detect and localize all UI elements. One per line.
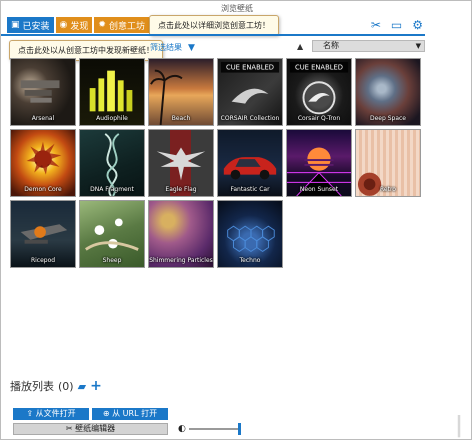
wallpaper-tile[interactable]: Retro — [355, 129, 421, 197]
slider-handle[interactable] — [238, 423, 241, 435]
tools-icon[interactable]: ✂ — [371, 19, 381, 31]
wallpaper-name: Retro — [380, 186, 396, 193]
wallpaper-tile[interactable]: DNA Fragment — [79, 129, 145, 197]
save-icon: ▣ — [11, 20, 20, 30]
toolbar-icons: ✂ ▭ ⚙ — [371, 19, 423, 31]
wallpaper-editor-label: 壁纸编辑器 — [75, 424, 116, 433]
playlist-header: 播放列表 (0) ▰ + — [10, 378, 102, 394]
cue-badge: CUE ENABLED — [295, 64, 343, 72]
tab-installed[interactable]: ▣ 已安装 — [7, 17, 54, 33]
workshop-tooltip: 点击此处以详细浏览创意工坊！ — [149, 15, 279, 36]
wallpaper-editor-button[interactable]: ✂ 壁纸编辑器 — [13, 423, 168, 435]
wallpaper-name: Techno — [239, 257, 261, 264]
wallpaper-tile[interactable]: Deep Space — [355, 58, 421, 126]
tab-workshop-label: 创意工坊 — [108, 21, 145, 32]
open-from-url-button[interactable]: ⊕ 从 URL 打开 — [92, 408, 168, 420]
cue-badge: CUE ENABLED — [226, 64, 274, 72]
wallpaper-name: Fantastic Car — [230, 186, 270, 193]
tab-discover[interactable]: ◉ 发现 — [55, 17, 93, 33]
gear-icon[interactable]: ⚙ — [412, 19, 423, 31]
wallpaper-tile[interactable]: Audiophile — [79, 58, 145, 126]
monitor-icon[interactable]: ▭ — [391, 19, 402, 31]
wallpaper-name: Corsair Q-Tron — [297, 115, 341, 122]
wallpaper-name: Deep Space — [369, 115, 406, 122]
upload-icon: ⇪ — [26, 409, 34, 418]
tab-underline — [1, 34, 425, 36]
wallpaper-tile[interactable]: Sheep — [79, 200, 145, 268]
folder-open-icon[interactable]: ▰ — [78, 380, 86, 393]
wallpaper-tile[interactable]: Demon Core — [10, 129, 76, 197]
wallpaper-tile[interactable]: Ricepod — [10, 200, 76, 268]
wallpaper-name: DNA Fragment — [90, 186, 134, 193]
funnel-icon[interactable]: ▼ — [188, 43, 195, 53]
wallpaper-grid: Arsenal Audiophile Beach CUE ENABLED COR… — [10, 58, 427, 268]
wallpaper-name: Eagle Flag — [165, 186, 197, 193]
wallpaper-name: Beach — [171, 115, 191, 122]
logo-mark: | — [454, 413, 463, 438]
wallpaper-name: Arsenal — [31, 115, 55, 122]
tab-bar: ▣ 已安装 ◉ 发现 ✹ 创意工坊 — [7, 17, 149, 33]
chevron-down-icon: ▼ — [415, 42, 421, 50]
wallpaper-tile[interactable]: Beach — [148, 58, 214, 126]
wallpaper-tile[interactable]: Techno — [217, 200, 283, 268]
wallpaper-tile[interactable]: Fantastic Car — [217, 129, 283, 197]
tab-workshop[interactable]: ✹ 创意工坊 — [94, 17, 149, 33]
sort-selected: 名称 — [323, 41, 339, 50]
wallpaper-name: Audiophile — [96, 115, 128, 122]
wallpaper-tile[interactable]: CUE ENABLED Corsair Q-Tron — [286, 58, 352, 126]
filter-results[interactable]: 筛选结果 ▼ — [150, 42, 195, 53]
filter-label: 筛选结果 — [150, 43, 182, 52]
tools-icon: ✂ — [65, 424, 73, 433]
wallpaper-tile[interactable]: Arsenal — [10, 58, 76, 126]
brightness-slider[interactable] — [189, 423, 241, 435]
wallpaper-name: Sheep — [102, 257, 122, 264]
wallpaper-name: Ricepod — [30, 257, 56, 264]
playlist-label: 播放列表 — [10, 380, 54, 393]
brightness-icon: ◐ — [178, 424, 186, 434]
tab-discover-label: 发现 — [70, 21, 89, 32]
workshop-icon: ✹ — [98, 20, 106, 30]
add-icon[interactable]: + — [90, 379, 102, 393]
wallpaper-tile[interactable]: Eagle Flag — [148, 129, 214, 197]
sort-select[interactable]: 名称 ▼ — [312, 40, 425, 52]
wallpaper-tile[interactable]: Shimmering Particles — [148, 200, 214, 268]
compass-icon: ◉ — [59, 20, 68, 30]
playlist-count: (0) — [58, 379, 74, 393]
wallpaper-name: Shimmering Particles — [149, 257, 213, 264]
sort-up-icon[interactable]: ▲ — [297, 42, 303, 51]
wallpaper-name: CORSAIR Collection — [220, 115, 280, 122]
open-from-file-button[interactable]: ⇪ 从文件打开 — [13, 408, 89, 420]
wallpaper-name: Neon Sunset — [299, 186, 339, 193]
globe-icon: ⊕ — [102, 409, 110, 418]
wallpaper-tile[interactable]: CUE ENABLED CORSAIR Collection — [217, 58, 283, 126]
open-from-url-label: 从 URL 打开 — [112, 409, 158, 418]
tab-installed-label: 已安装 — [22, 21, 50, 32]
wallpaper-tile[interactable]: Neon Sunset — [286, 129, 352, 197]
open-from-file-label: 从文件打开 — [35, 409, 76, 418]
wallpaper-name: Demon Core — [24, 186, 62, 193]
